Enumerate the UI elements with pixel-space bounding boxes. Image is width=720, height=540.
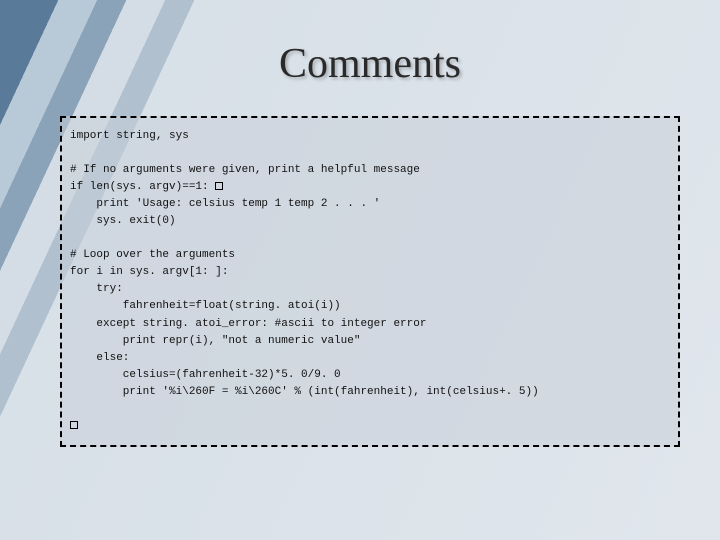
code-line: print 'Usage: celsius temp 1 temp 2 . . … [70, 198, 380, 210]
code-line: for i in sys. argv[1: ]: [70, 266, 228, 278]
box-glyph-icon [215, 182, 223, 190]
code-line: import string, sys [70, 130, 189, 142]
code-line: fahrenheit=float(string. atoi(i)) [70, 300, 341, 312]
code-line: celsius=(fahrenheit-32)*5. 0/9. 0 [70, 369, 341, 381]
code-line: print '%i\260F = %i\260C' % (int(fahrenh… [70, 386, 539, 398]
code-line: except string. atoi_error: #ascii to int… [70, 318, 426, 330]
code-line: try: [70, 283, 123, 295]
slide: Comments import string, sys # If no argu… [0, 0, 720, 540]
code-line: else: [70, 352, 129, 364]
code-line: # Loop over the arguments [70, 249, 235, 261]
slide-title: Comments [279, 40, 461, 88]
box-glyph-icon [70, 421, 78, 429]
code-line: sys. exit(0) [70, 215, 176, 227]
code-block: import string, sys # If no arguments wer… [60, 116, 680, 447]
code-line: print repr(i), "not a numeric value" [70, 335, 360, 347]
code-line: if len(sys. argv)==1: [70, 181, 215, 193]
code-line: # If no arguments were given, print a he… [70, 164, 420, 176]
